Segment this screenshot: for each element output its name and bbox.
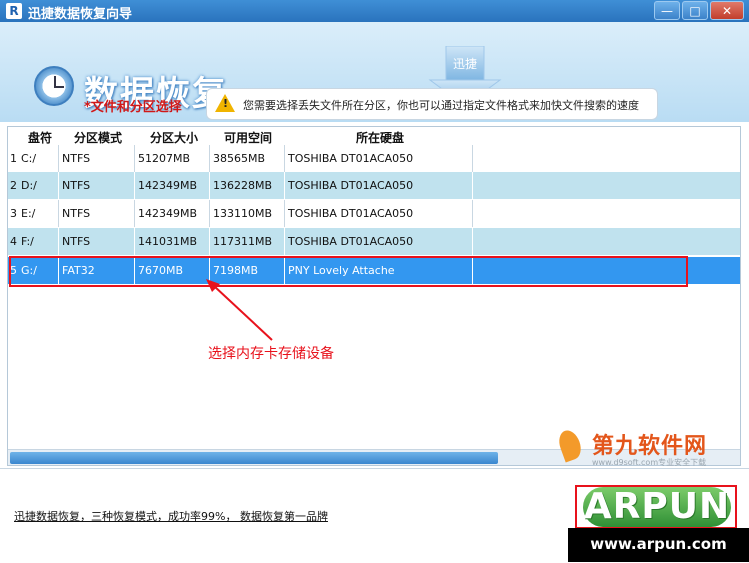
column-header-disk[interactable]: 所在硬盘 — [356, 129, 404, 146]
hint-text: 您需要选择丢失文件所在分区，你也可以通过指定文件格式来加快文件搜索的速度 — [243, 99, 639, 112]
column-divider — [472, 200, 473, 227]
table-row[interactable]: 2 D:/ NTFS 142349MB 136228MB TOSHIBA DT0… — [8, 172, 740, 199]
footer-promo-link[interactable]: 迅捷数据恢复，三种恢复模式，成功率99%， 数据恢复第一品牌 — [14, 508, 328, 524]
cell-free: 117311MB — [213, 235, 273, 248]
cell-size: 51207MB — [138, 152, 191, 165]
maximize-button[interactable]: □ — [682, 1, 708, 20]
column-header-size[interactable]: 分区大小 — [150, 129, 198, 146]
app-logo-icon: R — [6, 3, 22, 19]
arpun-url: www.arpun.com — [568, 528, 749, 562]
step-label: *文件和分区选择 — [84, 100, 182, 115]
column-divider — [58, 200, 59, 227]
column-divider — [284, 200, 285, 227]
column-header-free[interactable]: 可用空间 — [224, 129, 272, 146]
cell-drive: F:/ — [21, 235, 34, 248]
column-divider — [134, 228, 135, 255]
close-button[interactable]: ✕ — [710, 1, 744, 20]
column-divider — [58, 145, 59, 172]
column-divider — [58, 228, 59, 255]
column-divider — [284, 172, 285, 199]
column-divider — [134, 172, 135, 199]
cell-mode: NTFS — [62, 235, 91, 248]
row-index: 1 — [10, 152, 17, 165]
column-divider — [209, 172, 210, 199]
column-divider — [284, 145, 285, 172]
warning-icon: ! — [215, 94, 235, 112]
table-row[interactable]: 4 F:/ NTFS 141031MB 117311MB TOSHIBA DT0… — [8, 228, 740, 255]
brand-badge-text: 迅捷 — [453, 57, 477, 71]
cell-free: 38565MB — [213, 152, 266, 165]
column-divider — [134, 200, 135, 227]
partition-table: 盘符 分区模式 分区大小 可用空间 所在硬盘 1 C:/ NTFS 51207M… — [7, 126, 741, 466]
cell-disk: TOSHIBA DT01ACA050 — [288, 235, 414, 248]
cell-drive: D:/ — [21, 179, 37, 192]
arpun-logo: ARPUN — [583, 486, 731, 527]
column-divider — [284, 228, 285, 255]
row-index: 2 — [10, 179, 17, 192]
cell-size: 142349MB — [138, 207, 198, 220]
annotation-text: 选择内存卡存储设备 — [208, 346, 334, 362]
column-header-mode[interactable]: 分区模式 — [74, 129, 122, 146]
row-index: 3 — [10, 207, 17, 220]
cell-free: 133110MB — [213, 207, 273, 220]
clock-icon — [34, 66, 74, 106]
column-divider — [472, 172, 473, 199]
cell-disk: TOSHIBA DT01ACA050 — [288, 179, 414, 192]
cell-size: 142349MB — [138, 179, 198, 192]
hint-box: ! 您需要选择丢失文件所在分区，你也可以通过指定文件格式来加快文件搜索的速度 — [206, 88, 658, 120]
cell-mode: NTFS — [62, 207, 91, 220]
cell-disk: TOSHIBA DT01ACA050 — [288, 152, 414, 165]
app-window: R 迅捷数据恢复向导 — □ ✕ 数据恢复 迅捷 *文件和分区选择 ! 您需要选… — [0, 0, 749, 563]
cell-mode: NTFS — [62, 179, 91, 192]
column-divider — [472, 145, 473, 172]
row-index: 4 — [10, 235, 17, 248]
column-divider — [58, 172, 59, 199]
table-row[interactable]: 3 E:/ NTFS 142349MB 133110MB TOSHIBA DT0… — [8, 200, 740, 227]
cell-disk: TOSHIBA DT01ACA050 — [288, 207, 414, 220]
scrollbar-thumb[interactable] — [10, 452, 498, 464]
column-divider — [209, 228, 210, 255]
title-bar: R 迅捷数据恢复向导 — □ ✕ — [0, 0, 749, 22]
cell-size: 141031MB — [138, 235, 198, 248]
window-title: 迅捷数据恢复向导 — [28, 7, 133, 22]
table-header: 盘符 分区模式 分区大小 可用空间 所在硬盘 — [8, 127, 740, 146]
cell-free: 136228MB — [213, 179, 273, 192]
column-header-drive[interactable]: 盘符 — [28, 129, 52, 146]
watermark-subtitle: www.d9soft.com专业安全下载 — [592, 458, 707, 467]
table-row[interactable]: 1 C:/ NTFS 51207MB 38565MB TOSHIBA DT01A… — [8, 145, 740, 172]
column-divider — [209, 200, 210, 227]
column-divider — [209, 145, 210, 172]
cell-drive: E:/ — [21, 207, 36, 220]
header-banner: 数据恢复 迅捷 *文件和分区选择 ! 您需要选择丢失文件所在分区，你也可以通过指… — [0, 22, 749, 122]
column-divider — [472, 228, 473, 255]
cell-mode: NTFS — [62, 152, 91, 165]
column-divider — [134, 145, 135, 172]
minimize-button[interactable]: — — [654, 1, 680, 20]
selection-highlight-frame — [9, 256, 688, 287]
cell-drive: C:/ — [21, 152, 37, 165]
watermark-title: 第九软件网 — [592, 434, 708, 459]
